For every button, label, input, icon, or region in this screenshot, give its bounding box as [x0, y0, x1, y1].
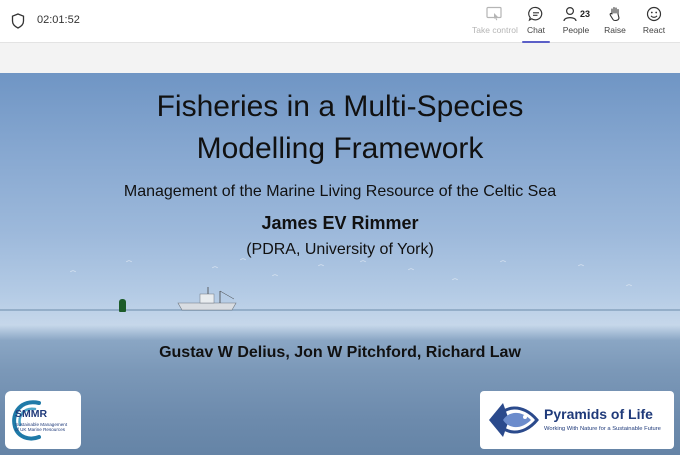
presenter-affiliation: (PDRA, University of York) — [246, 241, 434, 258]
seabird-image: ⌒ — [272, 276, 279, 282]
react-label: React — [642, 25, 666, 35]
people-button[interactable]: 23 People — [558, 5, 594, 39]
smmr-logo-tagline-line2: of UK Marine Resources — [15, 427, 66, 433]
meeting-toolbar: 02:01:52 Take control Chat 23 People Rai… — [0, 0, 680, 43]
raise-label: Raise — [604, 25, 626, 35]
people-label: People — [562, 25, 590, 35]
pyramids-of-life-name: Pyramids of Life — [544, 406, 653, 422]
chat-button[interactable]: Chat — [520, 5, 552, 43]
raise-hand-button[interactable]: Raise — [600, 5, 630, 39]
take-control-icon — [486, 6, 502, 21]
pyramids-of-life-tagline: Working With Nature for a Sustainable Fu… — [544, 426, 661, 432]
meeting-timer: 02:01:52 — [37, 14, 80, 26]
stage-gap — [0, 43, 680, 73]
seabird-image: ⌒ — [70, 272, 77, 278]
take-control-label: Take control — [472, 25, 518, 35]
slide-subtitle: Management of the Marine Living Resource… — [123, 183, 557, 200]
pyramids-of-life-logo: Pyramids of Life Working With Nature for… — [480, 391, 674, 449]
seabird-image: ⌒ — [578, 266, 585, 272]
presenter-name: James EV Rimmer — [261, 213, 419, 233]
react-button[interactable]: React — [638, 5, 670, 39]
seabird-image: ⌒ — [452, 280, 459, 286]
seabird-image: ⌒ — [240, 260, 247, 266]
shared-slide: Fisheries in a Multi-Species Modelling F… — [0, 73, 680, 455]
slide-title-line1: Fisheries in a Multi-Species — [156, 90, 524, 123]
people-count-badge: 23 — [580, 9, 591, 19]
slide-title-line2: Modelling Framework — [196, 132, 484, 165]
fishing-boat-image — [177, 287, 237, 311]
seabird-image: ⌒ — [408, 270, 415, 276]
seabird-image: ⌒ — [212, 268, 219, 274]
smmr-logo-name: SMMR — [15, 408, 48, 420]
slide-coauthors: Gustav W Delius, Jon W Pitchford, Richar… — [159, 344, 521, 361]
chat-icon — [528, 6, 543, 22]
shield-icon[interactable] — [11, 13, 25, 29]
smmr-logo: SMMR Sustainable Management of UK Marine… — [5, 391, 81, 449]
seabird-image: ⌒ — [318, 266, 325, 272]
sea-horizon — [0, 309, 680, 311]
seabird-image: ⌒ — [126, 262, 133, 268]
seabird-image: ⌒ — [360, 262, 367, 268]
raise-hand-icon — [609, 6, 620, 22]
buoy-image — [119, 299, 126, 312]
seabird-image: ⌒ — [500, 262, 507, 268]
take-control-button[interactable]: Take control — [472, 5, 518, 39]
smmr-logo-tagline: Sustainable Management of UK Marine Reso… — [15, 422, 79, 432]
chat-label: Chat — [527, 25, 545, 35]
seabird-image: ⌒ — [626, 286, 633, 292]
fish-logo-icon — [489, 403, 539, 437]
react-icon — [646, 6, 662, 22]
